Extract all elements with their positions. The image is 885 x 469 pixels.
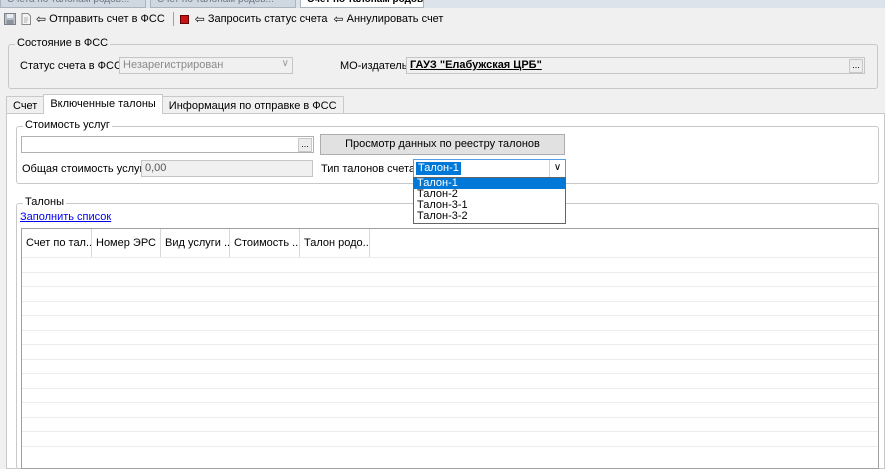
coupon-type-label: Тип талонов счета: (321, 163, 419, 175)
table-row[interactable] (22, 358, 878, 374)
fill-list-link[interactable]: Заполнить список (20, 211, 111, 223)
send-to-fss-label: Отправить счет в ФСС (49, 13, 165, 25)
cancel-invoice-button[interactable]: ⇦ Аннулировать счет (334, 10, 444, 28)
view-registry-button[interactable]: Просмотр данных по реестру талонов (320, 134, 565, 155)
toolbar: ⇦ Отправить счет в ФСС ⇦ Запросить стату… (0, 9, 885, 29)
chevron-down-icon: ∨ (281, 58, 289, 69)
table-row[interactable] (22, 300, 878, 316)
column-header-invoice[interactable]: Счет по тал... (22, 229, 92, 257)
doc-tab-2[interactable]: Счет по талонам родов... (150, 0, 296, 8)
arrow-left-icon: ⇦ (194, 12, 205, 26)
table-row[interactable] (22, 271, 878, 287)
document-tabs: Счета по талонам родов... Счет по талона… (0, 0, 885, 8)
table-row[interactable] (22, 286, 878, 301)
total-cost-field: 0,00 (141, 160, 313, 177)
grid-header: Счет по тал... Номер ЭРС Вид услуги ... … (22, 229, 370, 257)
tab-invoice[interactable]: Счет (6, 96, 45, 114)
main-tabs: Счет Включенные талоны Информация по отп… (6, 94, 344, 114)
send-to-fss-button[interactable]: ⇦ Отправить счет в ФСС (36, 10, 165, 28)
column-header-birth-coupon[interactable]: Талон родо... (300, 229, 370, 257)
coupons-grid[interactable]: Счет по тал... Номер ЭРС Вид услуги ... … (21, 228, 879, 469)
column-header-service-type[interactable]: Вид услуги ... (161, 229, 230, 257)
arrow-left-icon: ⇦ (36, 12, 47, 26)
coupon-type-option[interactable]: Талон-3-2 (414, 211, 565, 222)
grid-body (22, 257, 878, 461)
table-row[interactable] (22, 445, 878, 461)
tab-fss-send-info[interactable]: Информация по отправке в ФСС (161, 96, 344, 114)
services-cost-browse-button[interactable]: ... (298, 138, 312, 152)
arrow-left-icon: ⇦ (333, 12, 344, 26)
table-row[interactable] (22, 387, 878, 403)
total-cost-value: 0,00 (145, 162, 167, 174)
table-row[interactable] (22, 344, 878, 359)
coupons-legend: Талоны (23, 196, 66, 208)
issuer-value: ГАУЗ "Елабужская ЦРБ" (410, 59, 542, 71)
table-row[interactable] (22, 373, 878, 388)
coupon-type-dropdown-list: Талон-1 Талон-2 Талон-3-1 Талон-3-2 (413, 177, 566, 224)
fss-state-legend: Состояние в ФСС (15, 37, 111, 49)
fss-status-combo[interactable]: Незарегистрирован ∨ (119, 57, 293, 74)
document-icon[interactable] (20, 13, 32, 25)
request-status-label: Запросить статус счета (207, 13, 328, 25)
chevron-down-icon[interactable]: ∨ (549, 160, 565, 177)
table-row[interactable] (22, 431, 878, 446)
coupon-type-value: Талон-1 (416, 162, 461, 175)
table-row[interactable] (22, 257, 878, 272)
fss-status-label: Статус счета в ФСС (20, 60, 122, 72)
column-header-ers-number[interactable]: Номер ЭРС (92, 229, 161, 257)
services-cost-legend: Стоимость услуг (23, 119, 112, 131)
doc-tab-1[interactable]: Счета по талонам родов... (0, 0, 146, 8)
services-cost-input[interactable]: ... (21, 136, 314, 153)
coupon-type-select[interactable]: Талон-1 ∨ (413, 159, 566, 178)
save-icon[interactable] (4, 13, 16, 25)
issuer-field[interactable]: ГАУЗ "Елабужская ЦРБ" ... (406, 57, 865, 74)
total-cost-label: Общая стоимость услуг: (22, 163, 147, 175)
request-status-button[interactable]: ⇦ Запросить статус счета (195, 10, 328, 28)
tab-included-coupons[interactable]: Включенные талоны (43, 94, 163, 114)
toolbar-separator (172, 12, 174, 26)
fss-status-value: Незарегистрирован (123, 59, 224, 71)
issuer-label: МО-издатель: (340, 60, 411, 72)
table-row[interactable] (22, 329, 878, 345)
table-row[interactable] (22, 416, 878, 432)
cancel-invoice-label: Аннулировать счет (346, 13, 444, 25)
doc-tab-3[interactable]: Счет по талонам родов... X (300, 0, 424, 8)
issuer-browse-button[interactable]: ... (849, 59, 863, 73)
column-header-cost[interactable]: Стоимость ... (230, 229, 300, 257)
table-row[interactable] (22, 315, 878, 330)
table-row[interactable] (22, 402, 878, 417)
stop-icon[interactable] (179, 14, 189, 24)
